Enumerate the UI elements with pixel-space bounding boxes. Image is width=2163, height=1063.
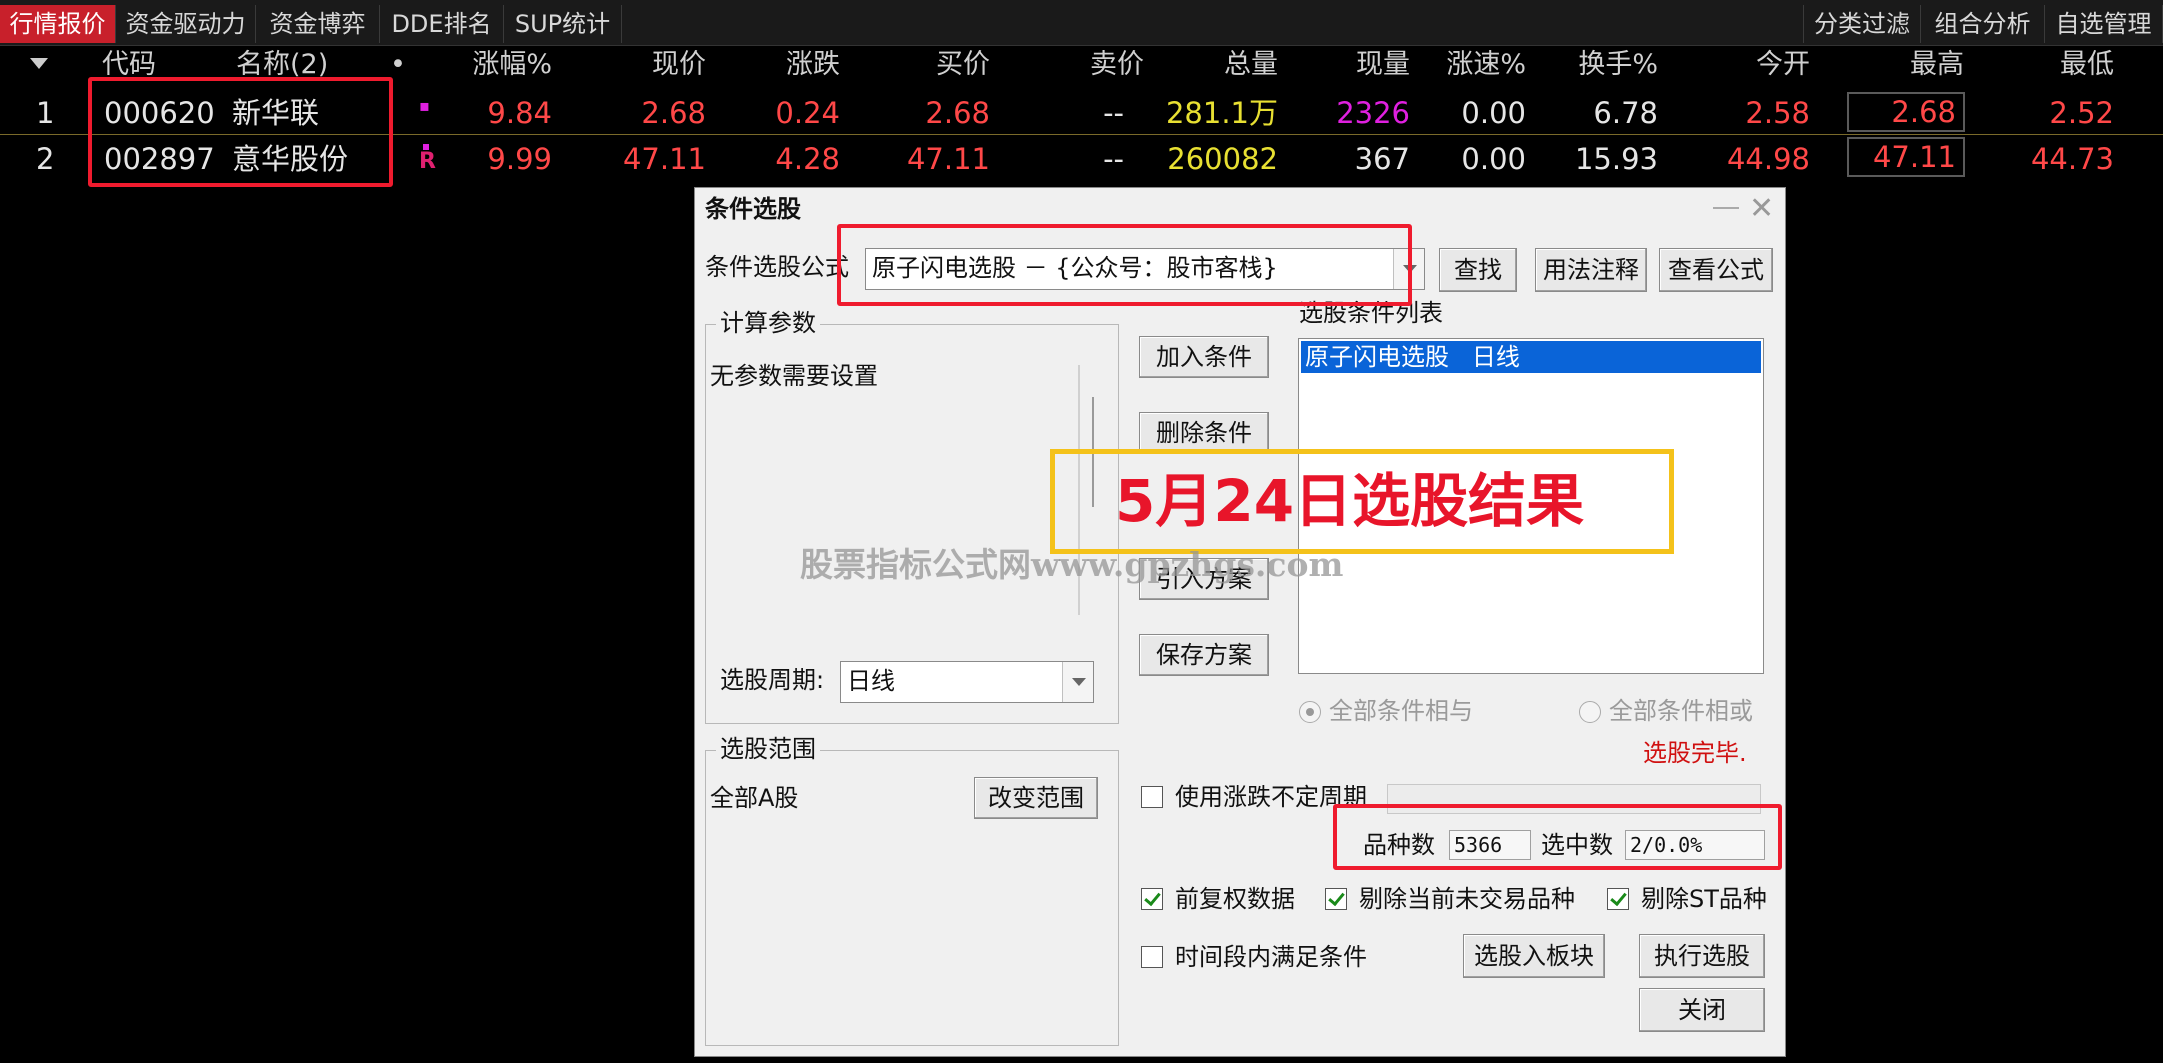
ask: -- — [1103, 142, 1124, 176]
col-price[interactable]: 现价 — [590, 48, 706, 82]
col-volume[interactable]: 总量 — [1160, 48, 1278, 82]
watermark: 股票指标公式网www.gpzhgs.com — [800, 545, 1344, 584]
speed: 0.00 — [1461, 142, 1526, 176]
range-group: 选股范围 全部A股 改变范围 — [705, 734, 1119, 1046]
volume: 260082 — [1167, 142, 1278, 176]
high: 47.11 — [1872, 140, 1956, 174]
open: 44.98 — [1726, 142, 1810, 176]
sort-arrow-icon[interactable] — [30, 58, 48, 69]
period-value: 日线 — [847, 667, 895, 695]
find-button[interactable]: 查找 — [1439, 248, 1517, 292]
high: 2.68 — [1891, 95, 1956, 129]
all-or-label: 全部条件相或 — [1609, 697, 1753, 725]
tab-sup-stats[interactable]: SUP统计 — [504, 5, 622, 43]
exclude-non-trading-checkbox[interactable] — [1325, 888, 1347, 910]
row-number: 1 — [36, 96, 55, 130]
volume: 281.1万 — [1165, 96, 1278, 130]
save-scheme-button[interactable]: 保存方案 — [1139, 634, 1269, 676]
to-sector-button[interactable]: 选股入板块 — [1463, 934, 1605, 978]
highlight-frame-stocks — [88, 77, 393, 187]
tab-category-filter[interactable]: 分类过滤 — [1803, 5, 1921, 43]
time-period-checkbox[interactable] — [1141, 946, 1163, 968]
flag-r-icon: R — [419, 149, 436, 174]
chevron-down-icon[interactable] — [1062, 662, 1093, 702]
col-change-pct[interactable]: 涨幅% — [440, 48, 552, 82]
uncertain-period-checkbox[interactable] — [1141, 786, 1163, 808]
change-pct: 9.99 — [487, 142, 552, 176]
tab-portfolio-analysis[interactable]: 组合分析 — [1921, 5, 2045, 43]
col-flag[interactable]: • — [390, 48, 406, 82]
range-value: 全部A股 — [710, 784, 799, 812]
highlight-frame-counts — [1333, 804, 1782, 870]
period-select[interactable]: 日线 — [840, 661, 1094, 703]
all-and-radio[interactable] — [1299, 701, 1321, 723]
change-range-button[interactable]: 改变范围 — [974, 777, 1098, 819]
all-and-label: 全部条件相与 — [1329, 697, 1473, 725]
col-high[interactable]: 最高 — [1840, 48, 1964, 82]
status-text: 选股完毕. — [1643, 739, 1747, 767]
col-ask[interactable]: 卖价 — [1020, 48, 1144, 82]
execute-button[interactable]: 执行选股 — [1639, 934, 1765, 978]
price: 47.11 — [622, 142, 706, 176]
price: 2.68 — [641, 96, 706, 130]
bid: 47.11 — [906, 142, 990, 176]
row-number: 2 — [36, 142, 55, 176]
change: 4.28 — [775, 142, 840, 176]
forward-adjust-checkbox[interactable] — [1141, 888, 1163, 910]
col-current-vol[interactable]: 现量 — [1290, 48, 1410, 82]
ask: -- — [1103, 96, 1124, 130]
top-tab-bar: 行情报价 资金驱动力 资金博弈 DDE排名 SUP统计 分类过滤 组合分析 自选… — [0, 0, 2163, 46]
close-icon[interactable]: ✕ — [1749, 194, 1774, 224]
dialog-title: 条件选股 — [705, 195, 801, 223]
low: 44.73 — [2030, 142, 2114, 176]
usage-button[interactable]: 用法注释 — [1535, 248, 1647, 292]
formula-label: 条件选股公式 — [705, 253, 849, 281]
time-period-label: 时间段内满足条件 — [1175, 943, 1367, 971]
current-vol: 367 — [1354, 142, 1410, 176]
change: 0.24 — [775, 96, 840, 130]
open: 2.58 — [1745, 96, 1810, 130]
highlight-frame-formula — [837, 224, 1412, 306]
params-group-label: 计算参数 — [716, 308, 820, 338]
exclude-non-trading-label: 剔除当前未交易品种 — [1359, 885, 1575, 913]
col-change[interactable]: 涨跌 — [730, 48, 840, 82]
exclude-st-label: 剔除ST品种 — [1641, 885, 1767, 913]
change-pct: 9.84 — [487, 96, 552, 130]
range-group-label: 选股范围 — [716, 734, 820, 764]
col-bid[interactable]: 买价 — [870, 48, 990, 82]
close-button[interactable]: 关闭 — [1639, 988, 1765, 1032]
tab-dde-rank[interactable]: DDE排名 — [380, 5, 504, 43]
no-params-text: 无参数需要设置 — [710, 362, 878, 390]
col-low[interactable]: 最低 — [1990, 48, 2114, 82]
turnover: 6.78 — [1593, 96, 1658, 130]
minimize-icon[interactable] — [1713, 207, 1739, 209]
bid: 2.68 — [925, 96, 990, 130]
col-turnover[interactable]: 换手% — [1540, 48, 1658, 82]
tab-watchlist-manage[interactable]: 自选管理 — [2045, 5, 2163, 43]
col-speed[interactable]: 涨速% — [1420, 48, 1526, 82]
tab-capital-game[interactable]: 资金博弈 — [256, 5, 380, 43]
delete-condition-button[interactable]: 删除条件 — [1139, 412, 1269, 454]
all-or-radio[interactable] — [1579, 701, 1601, 723]
speed: 0.00 — [1461, 96, 1526, 130]
current-vol: 2326 — [1336, 96, 1410, 130]
period-label: 选股周期: — [720, 666, 825, 694]
result-banner-text: 5月24日选股结果 — [1115, 467, 1585, 535]
exclude-st-checkbox[interactable] — [1607, 888, 1629, 910]
col-open[interactable]: 今开 — [1690, 48, 1810, 82]
tab-capital-drive[interactable]: 资金驱动力 — [116, 5, 256, 43]
flag-dot-icon: ▪ — [419, 96, 430, 115]
low: 2.52 — [2049, 96, 2114, 130]
list-item[interactable]: 原子闪电选股 日线 — [1301, 341, 1761, 373]
add-condition-button[interactable]: 加入条件 — [1139, 336, 1269, 378]
forward-adjust-label: 前复权数据 — [1175, 885, 1295, 913]
tab-quote[interactable]: 行情报价 — [0, 5, 116, 43]
turnover: 15.93 — [1574, 142, 1658, 176]
condition-select-dialog: 条件选股 ✕ 条件选股公式 原子闪电选股 － {公众号：股市客栈} 查找 用法注… — [694, 187, 1786, 1057]
view-formula-button[interactable]: 查看公式 — [1659, 248, 1773, 292]
